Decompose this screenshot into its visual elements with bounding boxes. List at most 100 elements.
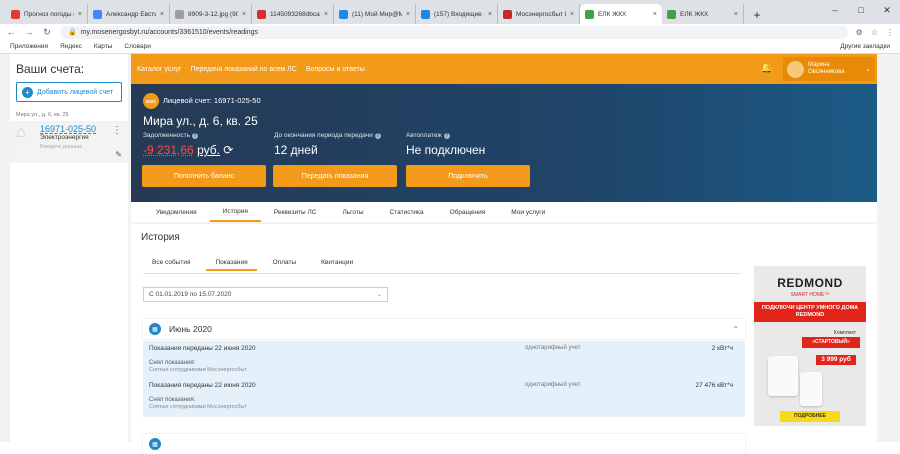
bookmark-dictionaries[interactable]: Словари <box>124 43 150 50</box>
month-header-next[interactable]: ▦ <box>143 434 745 454</box>
help-icon[interactable]: ? <box>374 133 381 139</box>
connect-autopay-button[interactable]: Подключить <box>406 165 530 187</box>
tab-benefits[interactable]: Льготы <box>330 202 377 222</box>
debt-value[interactable]: -9 231,66 <box>143 143 194 157</box>
tab-title: Мосэнергосбыт Конт... <box>516 10 566 18</box>
records-list: Показания переданы 22 июня 2020 однотари… <box>143 341 745 417</box>
calendar-icon: ▦ <box>149 438 161 450</box>
period-block: До окончания периода передачи? 12 дней <box>274 132 381 157</box>
nav-faq[interactable]: Вопросы и ответы <box>306 66 365 73</box>
browser-tab[interactable]: (157) Входящие - По... × <box>416 4 498 24</box>
close-tab-icon[interactable]: × <box>78 11 82 18</box>
chevron-up-icon[interactable]: ⌃ <box>732 325 739 334</box>
bookmark-yandex[interactable]: Яндекс <box>60 43 82 50</box>
close-tab-icon[interactable]: × <box>570 11 574 18</box>
account-tabs: Уведомления История Реквизиты ЛС Льготы … <box>131 202 877 222</box>
autopay-block: Автоплатеж? Не подключен <box>406 132 485 157</box>
browser-tab[interactable]: Мосэнергосбыт Конт... × <box>498 4 580 24</box>
close-tab-icon[interactable]: × <box>653 11 657 18</box>
sidebar-title: Ваши счета: <box>16 62 85 76</box>
tab-services[interactable]: Мои услуги <box>498 202 558 222</box>
menu-icon[interactable]: ⋮ <box>886 28 894 37</box>
filter-receipts[interactable]: Квитанции <box>312 256 362 271</box>
favicon-icon <box>339 9 348 19</box>
divider <box>143 273 741 274</box>
tab-title: 1145093268dbcafc4f... <box>270 10 320 18</box>
tab-details[interactable]: Реквизиты ЛС <box>261 202 330 222</box>
date-range-value: С 01.01.2019 по 15.07.2020 <box>149 291 232 298</box>
back-icon[interactable]: ← <box>6 27 16 37</box>
bookmark-apps[interactable]: Приложения <box>10 43 48 50</box>
bookmark-maps[interactable]: Карты <box>94 43 113 50</box>
tab-statistics[interactable]: Статистика <box>377 202 437 222</box>
debt-label: Задолженность <box>143 132 190 139</box>
close-tab-icon[interactable]: × <box>160 11 164 18</box>
bookmark-other[interactable]: Другие закладки <box>840 43 890 50</box>
maximize-button[interactable]: □ <box>848 0 874 20</box>
record-by-label: Снял показания: <box>149 397 196 403</box>
filter-readings[interactable]: Показания <box>206 256 257 271</box>
topup-button[interactable]: Пополнить баланс <box>142 165 266 187</box>
close-window-button[interactable]: ✕ <box>874 0 900 20</box>
bell-icon[interactable]: 🔔 <box>761 63 773 74</box>
star-icon[interactable]: ☆ <box>871 28 878 37</box>
browser-tab[interactable]: ЕЛК ЖКХ × <box>662 4 744 24</box>
minimize-button[interactable]: – <box>822 0 848 20</box>
month-title: Июнь 2020 <box>169 324 212 334</box>
record-by: Снятые сотрудниками Мосэнергосбыт <box>149 367 247 373</box>
settings-icon[interactable]: ⚙ <box>856 28 863 37</box>
close-tab-icon[interactable]: × <box>488 11 492 18</box>
account-type: Электроэнергия <box>40 134 89 141</box>
help-icon[interactable]: ? <box>443 133 450 139</box>
favicon-icon <box>585 9 594 19</box>
favicon-icon <box>175 9 184 19</box>
tab-requests[interactable]: Обращения <box>437 202 499 222</box>
browser-tab[interactable]: 8909-3-12.jpg (900×6... × <box>170 4 252 24</box>
tab-title: Александр Евстифее... <box>106 10 156 18</box>
close-tab-icon[interactable]: × <box>242 11 246 18</box>
browser-tab[interactable]: ЕЛК ЖКХ × <box>580 4 662 24</box>
filter-payments[interactable]: Оплаты <box>264 256 306 271</box>
close-tab-icon[interactable]: × <box>324 11 328 18</box>
window-controls: – □ ✕ <box>822 0 900 20</box>
nav-catalog[interactable]: Каталог услуг <box>137 66 181 73</box>
nav-submit-all[interactable]: Передача показаний по всем ЛС <box>190 66 296 73</box>
user-menu[interactable]: Марина Овсянникова ⌄ <box>783 57 875 81</box>
record-title: Показания переданы 22 июня 2020 <box>149 345 256 352</box>
tab-history[interactable]: История <box>209 202 261 222</box>
period-label: До окончания периода передачи <box>274 132 373 139</box>
history-panel: История Все события Показания Оплаты Кви… <box>131 224 877 454</box>
ad-banner[interactable]: REDMOND SMART HOME™ ПОДКЛЮЧИ ЦЕНТР УМНОГ… <box>754 266 866 426</box>
reload-icon[interactable]: ↻ <box>42 27 52 38</box>
more-icon[interactable]: ⋮ <box>112 125 122 136</box>
account-number-link[interactable]: 16971-025-50 <box>40 124 96 134</box>
forward-icon[interactable]: → <box>24 27 34 37</box>
url-text: my.mosenergosbyt.ru/accounts/3361510/eve… <box>80 28 259 36</box>
top-nav: Каталог услуг Передача показаний по всем… <box>131 54 877 84</box>
date-range-select[interactable]: С 01.01.2019 по 15.07.2020 ⌄ <box>143 287 388 302</box>
new-tab-button[interactable]: + <box>748 6 766 24</box>
url-field[interactable]: 🔒 my.mosenergosbyt.ru/accounts/3361510/e… <box>60 25 848 39</box>
close-tab-icon[interactable]: × <box>734 11 738 18</box>
month-header[interactable]: ▦ Июнь 2020 ⌃ <box>143 319 745 339</box>
banner-more-button[interactable]: ПОДРОБНЕЕ <box>780 411 840 422</box>
browser-tab[interactable]: (11) Мой Мир@Mail.R... × <box>334 4 416 24</box>
banner-price: 3 999 руб <box>816 355 856 365</box>
help-icon[interactable]: ? <box>191 133 198 139</box>
submit-readings-button[interactable]: Передать показания <box>273 165 397 187</box>
tab-notifications[interactable]: Уведомления <box>143 202 210 222</box>
tab-title: (157) Входящие - По... <box>434 10 484 18</box>
browser-tab[interactable]: Александр Евстифее... × <box>88 4 170 24</box>
history-filters: Все события Показания Оплаты Квитанции <box>143 256 369 271</box>
close-tab-icon[interactable]: × <box>406 11 410 18</box>
add-account-button[interactable]: + Добавить лицевой счет <box>16 82 122 102</box>
account-label: Лицевой счет: 16971-025-50 <box>163 96 261 105</box>
account-card[interactable]: ⌂ 16971-025-50 Электроэнергия Введите да… <box>10 121 128 163</box>
filter-all[interactable]: Все события <box>143 256 199 271</box>
refresh-icon[interactable]: ⟳ <box>223 143 233 157</box>
browser-tab[interactable]: 1145093268dbcafc4f... × <box>252 4 334 24</box>
banner-kit-name: «СТАРТОВЫЙ» <box>802 337 860 348</box>
browser-tab[interactable]: Прогноз погоды в Ни... × <box>6 4 88 24</box>
record-type: однотарифный учет <box>525 382 581 388</box>
edit-icon[interactable]: ✎ <box>115 150 122 159</box>
